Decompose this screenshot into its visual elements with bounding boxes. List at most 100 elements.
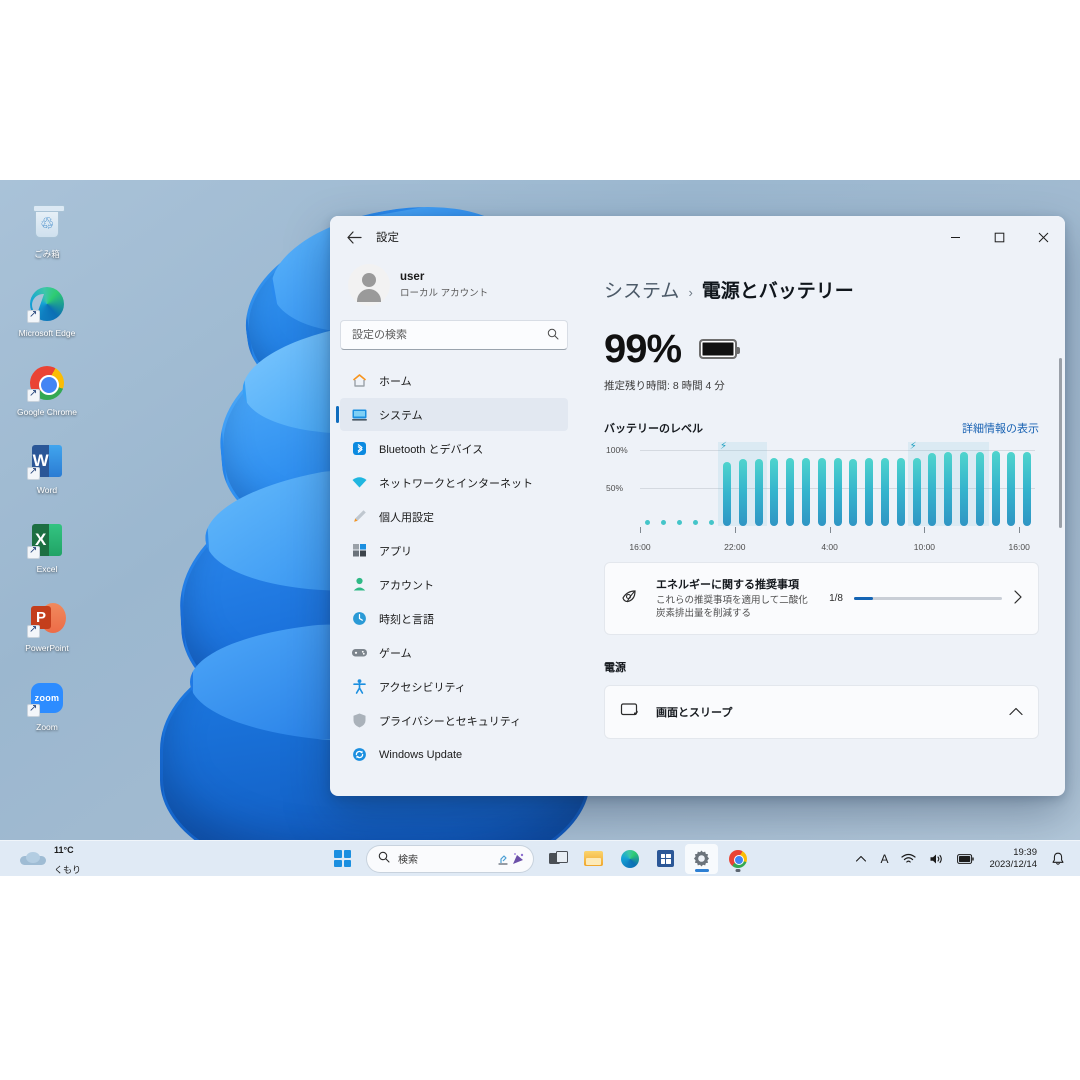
chart-bar	[801, 458, 810, 526]
chart-x-tick-mark	[640, 527, 641, 533]
desktop-icon-microsoft-edge[interactable]: Microsoft Edge	[12, 284, 82, 339]
cloudy-icon	[20, 851, 46, 867]
battery-level-section-header: バッテリーのレベル 詳細情報の表示	[604, 420, 1039, 436]
battery-button[interactable]	[953, 849, 978, 869]
taskbar-clock[interactable]: 19:39 2023/12/14	[983, 845, 1043, 873]
taskbar-app-microsoft-store[interactable]	[649, 844, 682, 874]
view-details-link[interactable]: 詳細情報の表示	[962, 420, 1039, 436]
taskbar-app-settings[interactable]	[685, 843, 718, 874]
desktop-icon-google-chrome[interactable]: Google Chrome	[12, 363, 82, 418]
chart-bar	[959, 451, 968, 526]
sidebar-item-home[interactable]: ホーム	[340, 364, 568, 397]
zoom-icon: zoom	[27, 678, 67, 718]
desktop-icon-list: ごみ箱 Microsoft Edge Google Chrome W Word …	[12, 205, 82, 756]
desktop-icon-label: Microsoft Edge	[18, 327, 76, 338]
sidebar-item-accounts[interactable]: アカウント	[340, 568, 568, 601]
sidebar-item-accessibility[interactable]: アクセシビリティ	[340, 670, 568, 703]
chart-x-tick-mark	[924, 527, 926, 533]
shortcut-arrow-icon	[27, 387, 40, 402]
desktop-icon-label: ごみ箱	[34, 249, 60, 259]
sidebar-item-bluetooth-devices[interactable]: Bluetooth とデバイス	[340, 432, 568, 465]
taskbar-app-file-explorer[interactable]	[577, 844, 610, 874]
page-title: 電源とバッテリー	[701, 281, 854, 302]
sidebar-item-label: ゲーム	[379, 647, 412, 660]
sidebar-item-label: 個人用設定	[379, 511, 434, 524]
taskbar-app-task-view[interactable]	[541, 844, 574, 874]
microscope-icon	[498, 854, 508, 865]
desktop-icon-label: Word	[36, 485, 58, 496]
chevron-right-icon[interactable]	[1013, 590, 1023, 607]
sidebar-item-time-language[interactable]: 時刻と言語	[340, 602, 568, 635]
volume-button[interactable]	[925, 848, 948, 870]
wifi-button[interactable]	[897, 848, 920, 870]
desktop-icon-zoom[interactable]: zoom Zoom	[12, 678, 82, 733]
settings-search-box[interactable]	[340, 320, 568, 350]
battery-estimate: 推定残り時間: 8 時間 4 分	[604, 380, 725, 392]
sidebar-item-system[interactable]: システム	[336, 398, 568, 431]
notification-button[interactable]	[1048, 847, 1068, 871]
search-icon	[378, 850, 390, 868]
desktop-icon-recycle-bin[interactable]: ごみ箱	[12, 205, 82, 260]
ime-indicator[interactable]: A	[876, 847, 892, 871]
chart-x-tick-mark	[1019, 527, 1021, 533]
shortcut-arrow-icon	[27, 623, 40, 638]
file-explorer-icon	[584, 851, 603, 866]
breadcrumb: システム › 電源とバッテリー	[604, 276, 1039, 303]
desktop-icon-excel[interactable]: X Excel	[12, 520, 82, 575]
desktop-icon-word[interactable]: W Word	[12, 441, 82, 496]
edge-icon	[27, 284, 67, 324]
edge-icon	[620, 849, 639, 868]
vertical-scrollbar[interactable]	[1059, 358, 1062, 528]
shortcut-arrow-icon	[27, 544, 40, 560]
chart-bar	[944, 451, 953, 526]
chart-bar	[817, 458, 826, 526]
powerpoint-icon: P	[27, 599, 67, 639]
accounts-icon	[351, 576, 368, 593]
show-hidden-icons-button[interactable]	[851, 850, 871, 868]
ime-mode-label: A	[880, 851, 889, 866]
microsoft-store-icon	[657, 850, 674, 867]
weather-widget[interactable]: 11°C くもり	[14, 836, 87, 880]
system-icon	[351, 406, 368, 423]
minimize-button[interactable]	[933, 216, 977, 258]
start-button[interactable]	[326, 844, 359, 874]
taskbar-app-microsoft-edge[interactable]	[613, 844, 646, 874]
search-input[interactable]	[352, 329, 547, 341]
sidebar-item-gaming[interactable]: ゲーム	[340, 636, 568, 669]
sidebar-item-label: ホーム	[379, 375, 412, 388]
sidebar-item-apps[interactable]: アプリ	[340, 534, 568, 567]
desktop-icon-powerpoint[interactable]: P PowerPoint	[12, 599, 82, 654]
chart-y-tick-label: 50%	[606, 483, 624, 493]
energy-progress-bar	[854, 596, 1002, 600]
shortcut-arrow-icon	[27, 465, 40, 481]
close-button[interactable]	[1021, 216, 1065, 258]
profile-name: user	[400, 271, 425, 283]
back-button[interactable]	[338, 223, 370, 251]
profile-account-type: ローカル アカウント	[400, 288, 489, 299]
battery-status: 99%	[604, 329, 1039, 369]
bluetooth-icon	[351, 440, 368, 457]
chevron-up-icon[interactable]	[1009, 704, 1023, 719]
sidebar-item-windows-update[interactable]: Windows Update	[340, 738, 568, 771]
breadcrumb-root[interactable]: システム	[604, 276, 679, 303]
search-ime-icons	[495, 852, 525, 866]
battery-icon	[957, 853, 975, 864]
screen-sleep-row[interactable]: 画面とスリープ	[604, 684, 1039, 739]
sidebar-item-privacy-security[interactable]: プライバシーとセキュリティ	[340, 704, 568, 737]
window-body: user ローカル アカウント ホーム	[330, 258, 1065, 796]
settings-window: 設定 user ローカル アカウント 設定の検索 ホーム システム Blueto…	[330, 216, 1065, 796]
sidebar-item-network-internet[interactable]: ネットワークとインターネット	[340, 466, 568, 499]
chart-bar	[722, 462, 731, 526]
taskbar-app-google-chrome[interactable]	[721, 844, 754, 874]
energy-recommendations-card[interactable]: エネルギーに関する推奨事項 これらの推奨事項を適用して二酸化炭素排出量を削減する…	[604, 562, 1039, 635]
window-titlebar[interactable]: 設定	[330, 216, 1065, 258]
chart-x-tick-label: 10:00	[913, 542, 936, 552]
back-arrow-icon	[346, 230, 362, 244]
maximize-button[interactable]	[977, 216, 1021, 258]
desktop-icon-label: Excel	[36, 564, 58, 575]
home-icon	[351, 372, 368, 389]
sidebar-item-personalization[interactable]: 個人用設定	[340, 500, 568, 533]
user-profile[interactable]: user ローカル アカウント	[340, 258, 568, 320]
taskbar-search-box[interactable]: 検索	[366, 844, 534, 873]
sidebar-item-label: Bluetooth とデバイス	[379, 443, 484, 456]
